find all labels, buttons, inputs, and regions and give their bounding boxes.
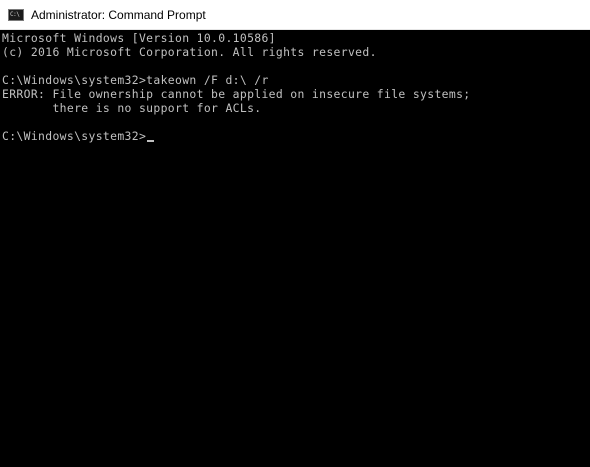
console-line: Microsoft Windows [Version 10.0.10586] — [2, 31, 276, 45]
window-title: Administrator: Command Prompt — [31, 7, 206, 22]
console-line: (c) 2016 Microsoft Corporation. All righ… — [2, 45, 377, 59]
title-bar[interactable]: C:\ Administrator: Command Prompt — [0, 0, 590, 30]
prompt-text: C:\Windows\system32> — [2, 129, 147, 143]
command-prompt-line[interactable]: C:\Windows\system32> — [2, 129, 590, 143]
console-line: ERROR: File ownership cannot be applied … — [2, 87, 471, 101]
console-line: there is no support for ACLs. — [2, 101, 262, 115]
console-output[interactable]: Microsoft Windows [Version 10.0.10586] (… — [0, 30, 590, 467]
text-cursor — [147, 140, 155, 142]
cmd-icon-glyph: C:\ — [10, 10, 20, 18]
cmd-icon[interactable]: C:\ — [8, 8, 24, 21]
console-line: C:\Windows\system32>takeown /F d:\ /r — [2, 73, 269, 87]
command-prompt-window: C:\ Administrator: Command Prompt Micros… — [0, 0, 590, 467]
